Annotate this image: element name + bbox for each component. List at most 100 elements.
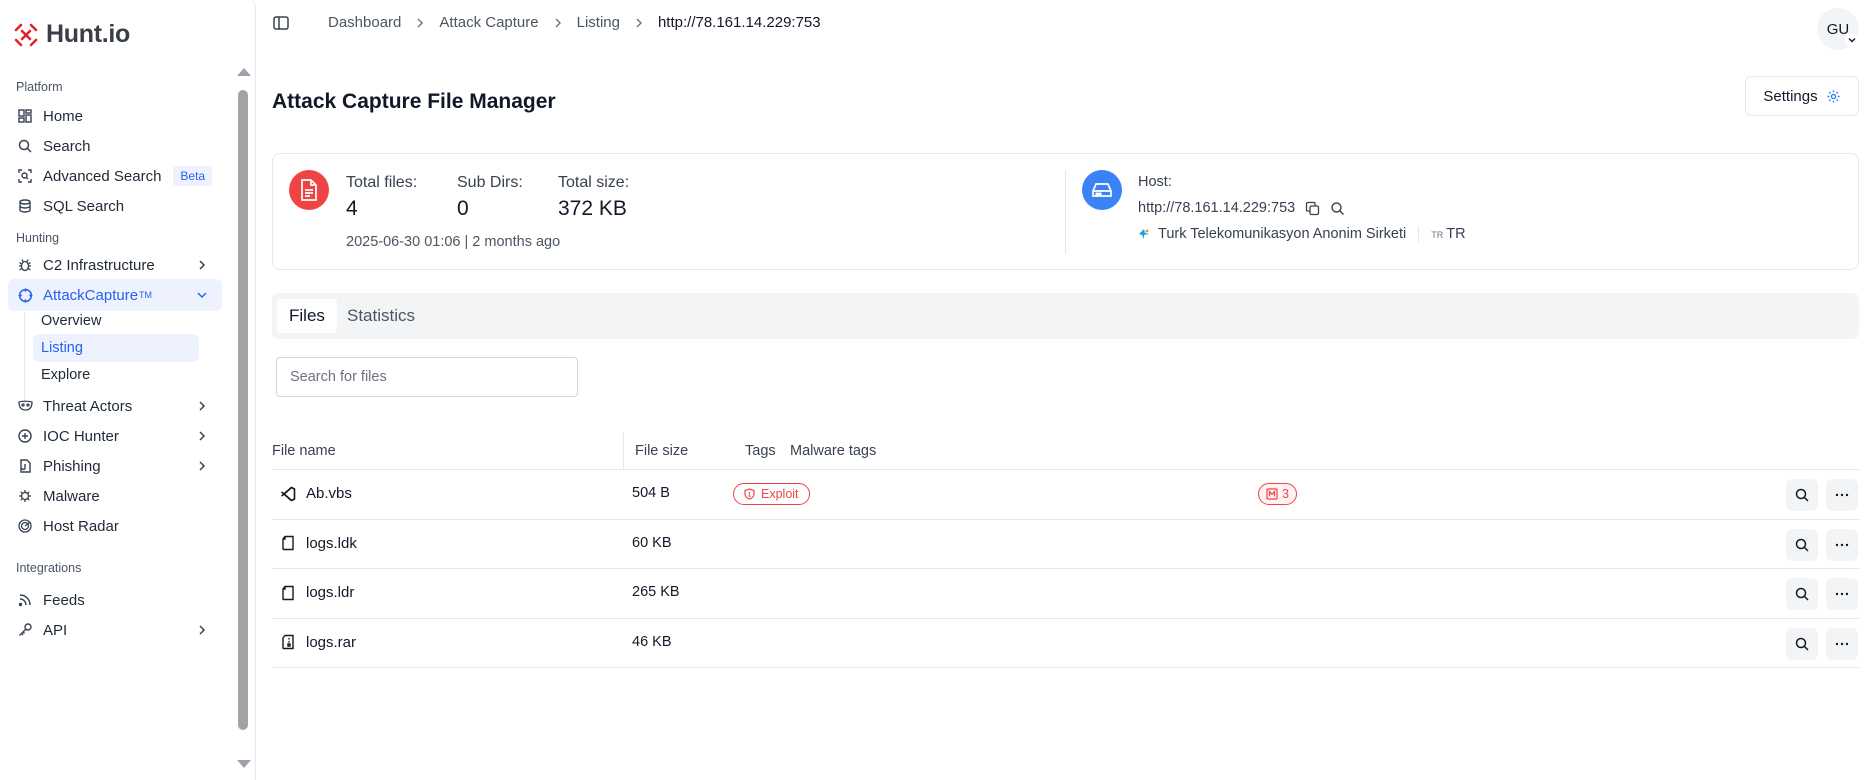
rss-icon: [17, 592, 33, 608]
sidebar-subitem-label: Overview: [41, 313, 102, 329]
stat-sub-dirs: Sub Dirs: 0: [457, 174, 523, 221]
network-provider-icon: [1139, 229, 1149, 239]
tabs-bar: Files Statistics: [272, 293, 1859, 339]
plus-circle-icon: [17, 428, 33, 444]
file-name-cell[interactable]: logs.ldr: [280, 584, 354, 601]
more-horizontal-icon: [1835, 493, 1849, 497]
column-header-malware-tags: Malware tags: [790, 443, 877, 459]
sidebar-item-label: Feeds: [43, 591, 85, 609]
chevron-right-icon: [199, 625, 206, 635]
tab-statistics[interactable]: Statistics: [335, 299, 427, 333]
chevron-right-icon: [633, 17, 645, 29]
file-name: logs.ldr: [306, 584, 355, 601]
host-label: Host:: [1138, 174, 1172, 190]
tag-label: Exploit: [761, 487, 799, 501]
column-header-file-name[interactable]: File name: [272, 443, 336, 459]
settings-button[interactable]: Settings: [1745, 76, 1859, 116]
sidebar-item-search[interactable]: Search: [8, 130, 222, 162]
gear-icon: [1827, 89, 1840, 103]
country-code-small: TR: [1431, 230, 1444, 240]
country-flag: TR TR: [1431, 226, 1465, 242]
scroll-up-arrow[interactable]: [237, 68, 251, 76]
beta-badge: Beta: [173, 166, 213, 186]
column-header-file-size[interactable]: File size: [635, 443, 688, 459]
sidebar-subitem-overview[interactable]: Overview: [33, 307, 199, 335]
sidebar-item-label: Host Radar: [43, 517, 119, 535]
tag-badge[interactable]: Exploit: [733, 483, 810, 505]
sidebar-item-home[interactable]: Home: [8, 100, 222, 132]
sidebar-item-label: Search: [43, 137, 91, 155]
sidebar-item-phishing[interactable]: Phishing: [8, 450, 222, 482]
host-org-row: Turk Telekomunikasyon Anonim Sirketi TR T…: [1138, 226, 1466, 242]
table-row[interactable]: logs.ldr 265 KB: [272, 569, 1859, 619]
host-organization[interactable]: Turk Telekomunikasyon Anonim Sirketi: [1158, 226, 1406, 242]
sidebar-item-label: API: [43, 621, 68, 639]
more-actions-button[interactable]: [1826, 578, 1858, 610]
table-header: File name File size Tags Malware tags: [272, 432, 1859, 470]
search-icon[interactable]: [1330, 201, 1345, 216]
file-size: 60 KB: [632, 534, 672, 551]
file-icon: [282, 585, 294, 600]
shield-alert-icon: [744, 488, 755, 500]
sidebar-subitem-label: Listing: [41, 340, 83, 356]
breadcrumb-dashboard[interactable]: Dashboard: [328, 14, 401, 31]
sidebar-item-label: Phishing: [43, 457, 101, 475]
logo-text: Hunt.io: [46, 20, 130, 48]
page-title: Attack Capture File Manager: [272, 90, 556, 113]
sidebar-item-c2-infrastructure[interactable]: C2 Infrastructure: [8, 249, 222, 281]
file-search-input[interactable]: [276, 357, 578, 397]
more-actions-button[interactable]: [1826, 528, 1858, 561]
scroll-down-arrow[interactable]: [237, 760, 251, 768]
file-name-cell[interactable]: logs.ldk: [280, 535, 357, 552]
stat-label: Total size:: [558, 174, 630, 191]
file-name-cell[interactable]: Ab.vbs: [280, 485, 352, 502]
logo[interactable]: Hunt.io: [12, 20, 130, 49]
inspect-file-button[interactable]: [1786, 578, 1818, 610]
sidebar-item-ioc-hunter[interactable]: IOC Hunter: [8, 420, 222, 452]
table-row[interactable]: logs.rar 46 KB: [272, 619, 1859, 668]
malware-tag-badge[interactable]: 3: [1258, 483, 1297, 505]
more-horizontal-icon: [1835, 592, 1849, 596]
column-header-tags: Tags: [745, 443, 776, 459]
stat-label: Total files:: [346, 174, 418, 191]
sidebar-scrollbar[interactable]: [236, 68, 251, 768]
section-integrations: Integrations: [16, 561, 82, 575]
fish-hook-icon: [17, 458, 33, 474]
inspect-file-button[interactable]: [1786, 627, 1818, 660]
sidebar-item-threat-actors[interactable]: Threat Actors: [8, 390, 222, 422]
table-row[interactable]: Ab.vbs 504 B Exploit 3: [272, 470, 1859, 520]
archive-file-icon: [282, 634, 294, 650]
more-actions-button[interactable]: [1826, 479, 1858, 511]
stat-value: 4: [346, 197, 358, 220]
scrollbar-thumb[interactable]: [238, 90, 248, 730]
breadcrumb-listing[interactable]: Listing: [577, 14, 620, 31]
chevron-down-icon[interactable]: [1845, 33, 1859, 47]
section-platform: Platform: [16, 80, 63, 94]
sidebar-item-label: AttackCapture: [43, 286, 139, 304]
inspect-file-button[interactable]: [1786, 528, 1818, 561]
table-row[interactable]: logs.ldk 60 KB: [272, 520, 1859, 569]
search-icon: [1795, 587, 1809, 601]
inspect-file-button[interactable]: [1786, 479, 1818, 511]
sidebar-item-malware[interactable]: Malware: [8, 480, 222, 512]
copy-icon[interactable]: [1305, 201, 1320, 216]
file-name-cell[interactable]: logs.rar: [280, 634, 356, 651]
sidebar-subitem-listing[interactable]: Listing: [33, 334, 199, 362]
stat-value: 0: [457, 197, 469, 220]
section-hunting: Hunting: [16, 231, 60, 245]
sidebar-item-api[interactable]: API: [8, 614, 222, 646]
sidebar-item-advanced-search[interactable]: Advanced Search Beta: [8, 160, 222, 192]
column-resize-divider[interactable]: [623, 432, 624, 470]
more-actions-button[interactable]: [1826, 627, 1858, 660]
capture-timestamp: 2025-06-30 01:06 | 2 months ago: [346, 234, 561, 250]
file-size: 504 B: [632, 485, 670, 501]
sidebar-toggle-button[interactable]: [272, 14, 292, 34]
sidebar-item-sql-search[interactable]: SQL Search: [8, 190, 222, 222]
sidebar-subitem-explore[interactable]: Explore: [33, 361, 199, 389]
bug-icon: [17, 257, 33, 273]
sidebar-item-host-radar[interactable]: Host Radar: [8, 510, 222, 542]
more-horizontal-icon: [1835, 543, 1849, 546]
tab-files[interactable]: Files: [277, 299, 337, 333]
breadcrumb-attack-capture[interactable]: Attack Capture: [439, 14, 538, 31]
sidebar-item-feeds[interactable]: Feeds: [8, 584, 222, 616]
